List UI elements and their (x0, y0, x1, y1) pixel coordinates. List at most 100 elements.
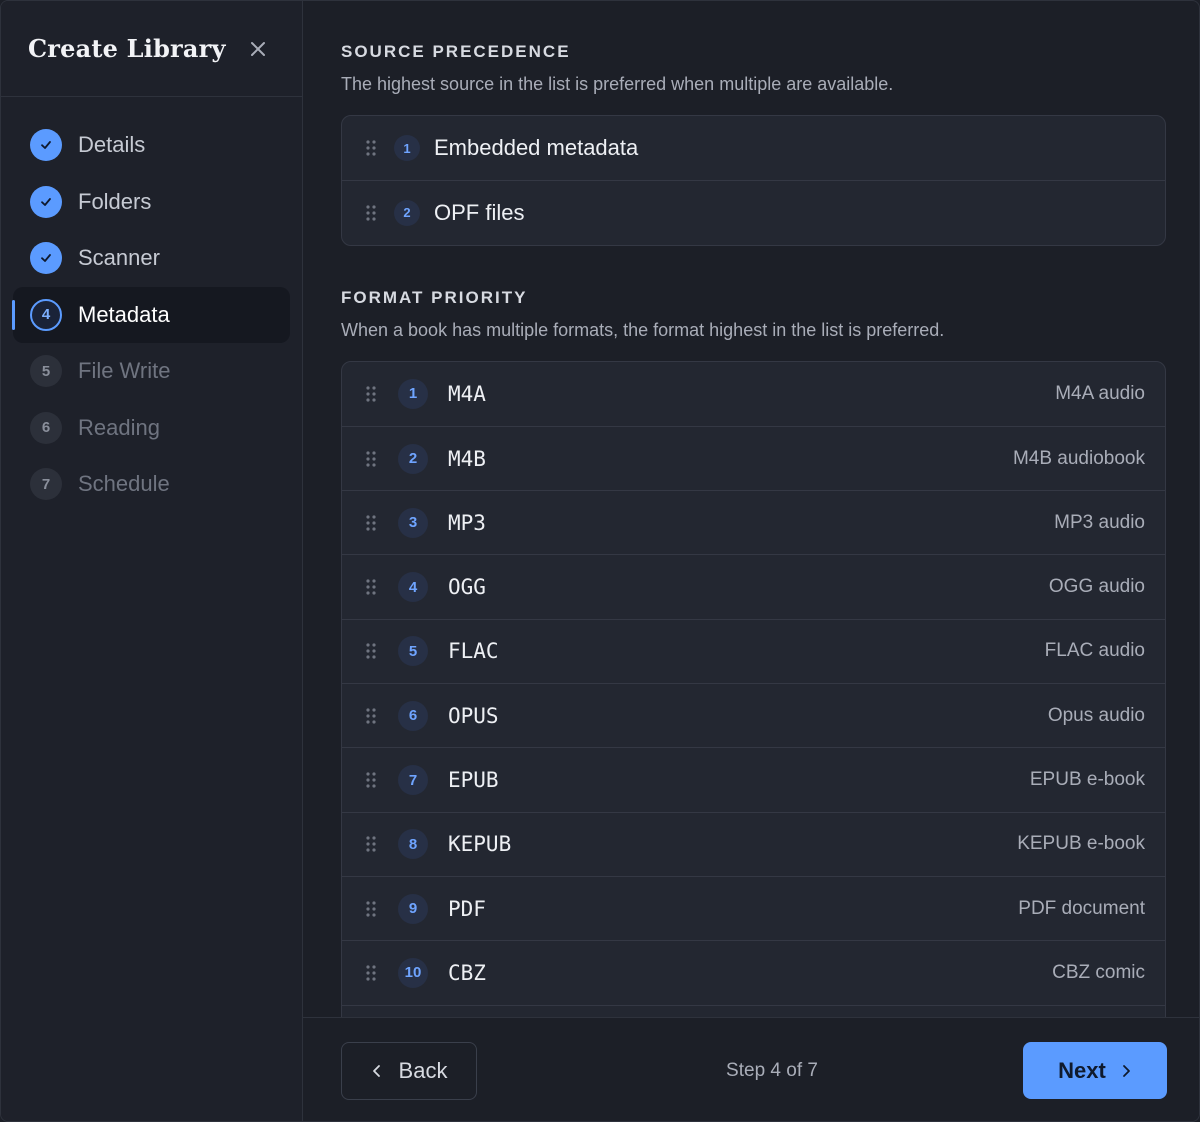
step-label: Metadata (78, 301, 170, 327)
format-description: M4A audio (1055, 382, 1145, 404)
rank-badge: 7 (398, 765, 428, 796)
source-label: Embedded metadata (434, 135, 639, 161)
step-indicator: Step 4 of 7 (726, 1059, 818, 1081)
rank-badge: 4 (398, 572, 428, 603)
format-row[interactable]: 3 MP3 MP3 audio (342, 490, 1165, 554)
rank-badge: 2 (398, 443, 428, 474)
step-list: Details Folders Scanner 4 Metadata 5 Fil… (1, 97, 302, 513)
rank-badge: 1 (394, 135, 420, 162)
step-number: 7 (30, 468, 62, 501)
drag-handle-icon[interactable] (364, 771, 378, 789)
next-label: Next (1058, 1057, 1106, 1083)
format-row[interactable]: 8 KEPUB KEPUB e-book (342, 811, 1165, 876)
format-description: OGG audio (1048, 576, 1145, 598)
drag-handle-icon[interactable] (364, 964, 378, 982)
section-description: The highest source in the list is prefer… (341, 74, 894, 94)
step-number: 5 (30, 355, 62, 388)
step-label: Details (78, 132, 146, 158)
format-name: MP3 (448, 510, 486, 535)
format-description: KEPUB e-book (1017, 833, 1145, 855)
rank-badge: 10 (398, 957, 428, 988)
sidebar: Create Library Details Folders Scanner 4… (1, 1, 303, 1121)
step-scanner[interactable]: Scanner (1, 230, 290, 287)
step-file-write[interactable]: 5 File Write (1, 343, 290, 400)
format-description: FLAC audio (1044, 640, 1145, 662)
step-label: Scanner (78, 245, 160, 271)
format-name: M4B (448, 446, 486, 471)
drag-handle-icon[interactable] (364, 450, 378, 468)
drag-handle-icon[interactable] (364, 514, 378, 532)
format-row[interactable]: 7 EPUB EPUB e-book (342, 747, 1165, 811)
format-description: Opus audio (1047, 704, 1145, 726)
sidebar-header: Create Library (1, 1, 302, 97)
source-row[interactable]: 1 Embedded metadata (342, 116, 1165, 180)
create-library-dialog: Create Library Details Folders Scanner 4… (0, 0, 1200, 1122)
source-precedence-section: SOURCE PRECEDENCE The highest source in … (341, 1, 1166, 246)
format-description: MP3 audio (1054, 511, 1145, 533)
rank-badge: 1 (398, 378, 428, 409)
format-name: KEPUB (448, 832, 512, 857)
chevron-right-icon (1122, 1064, 1130, 1077)
format-description: PDF document (1018, 897, 1145, 919)
format-row[interactable]: 10 CBZ CBZ comic (342, 940, 1165, 1004)
back-button[interactable]: Back (341, 1041, 477, 1100)
source-label: OPF files (434, 199, 525, 225)
step-schedule[interactable]: 7 Schedule (1, 456, 290, 513)
rank-badge: 3 (398, 507, 428, 538)
step-number: 4 (30, 298, 62, 331)
format-name: CBZ (448, 960, 486, 985)
format-name: M4A (448, 381, 486, 406)
drag-handle-icon[interactable] (364, 204, 378, 222)
format-name: OGG (448, 575, 486, 600)
format-row[interactable]: 1 M4A M4A audio (342, 362, 1165, 426)
step-label: Folders (78, 188, 152, 214)
back-label: Back (398, 1057, 448, 1083)
source-list: 1 Embedded metadata 2 OPF files (341, 115, 1166, 246)
footer: Back Step 4 of 7 Next (303, 1017, 1199, 1121)
format-row-partial[interactable] (342, 1004, 1165, 1017)
step-label: Schedule (78, 471, 170, 497)
format-row[interactable]: 2 M4B M4B audiobook (342, 425, 1165, 490)
format-name: OPUS (448, 703, 499, 728)
format-description: CBZ comic (1052, 961, 1145, 983)
step-label: Reading (78, 414, 160, 440)
rank-badge: 6 (398, 700, 428, 731)
section-title: SOURCE PRECEDENCE (341, 42, 571, 61)
check-icon (30, 242, 62, 275)
step-label: File Write (78, 358, 171, 384)
drag-handle-icon[interactable] (364, 642, 378, 660)
format-priority-section: FORMAT PRIORITY When a book has multiple… (341, 246, 1166, 1017)
section-title: FORMAT PRIORITY (341, 287, 528, 307)
step-metadata[interactable]: 4 Metadata (12, 286, 290, 343)
section-description: When a book has multiple formats, the fo… (341, 319, 945, 340)
format-description: M4B audiobook (1012, 447, 1145, 469)
drag-handle-icon[interactable] (364, 578, 378, 596)
step-folders[interactable]: Folders (1, 174, 290, 231)
close-icon (251, 41, 265, 56)
rank-badge: 5 (398, 636, 428, 667)
rank-badge: 2 (394, 199, 420, 226)
drag-handle-icon[interactable] (364, 900, 378, 918)
drag-handle-icon[interactable] (364, 139, 378, 157)
main-content[interactable]: SOURCE PRECEDENCE The highest source in … (303, 1, 1199, 1017)
format-description: EPUB e-book (1029, 769, 1145, 791)
close-button[interactable] (246, 37, 270, 61)
format-name: FLAC (448, 639, 499, 664)
format-name: PDF (448, 896, 486, 921)
drag-handle-icon[interactable] (364, 385, 378, 403)
format-row[interactable]: 5 FLAC FLAC audio (342, 618, 1165, 683)
format-row[interactable]: 9 PDF PDF document (342, 875, 1165, 940)
step-reading[interactable]: 6 Reading (1, 400, 290, 457)
chevron-left-icon (372, 1064, 380, 1077)
check-icon (30, 185, 62, 218)
drag-handle-icon[interactable] (364, 835, 378, 853)
next-button[interactable]: Next (1023, 1042, 1167, 1099)
format-row[interactable]: 6 OPUS Opus audio (342, 683, 1165, 747)
drag-handle-icon[interactable] (364, 707, 378, 725)
source-row[interactable]: 2 OPF files (342, 180, 1165, 244)
check-icon (30, 129, 62, 162)
rank-badge: 9 (398, 893, 428, 924)
format-row[interactable]: 4 OGG OGG audio (342, 554, 1165, 618)
step-details[interactable]: Details (1, 117, 290, 174)
format-name: EPUB (448, 768, 499, 793)
